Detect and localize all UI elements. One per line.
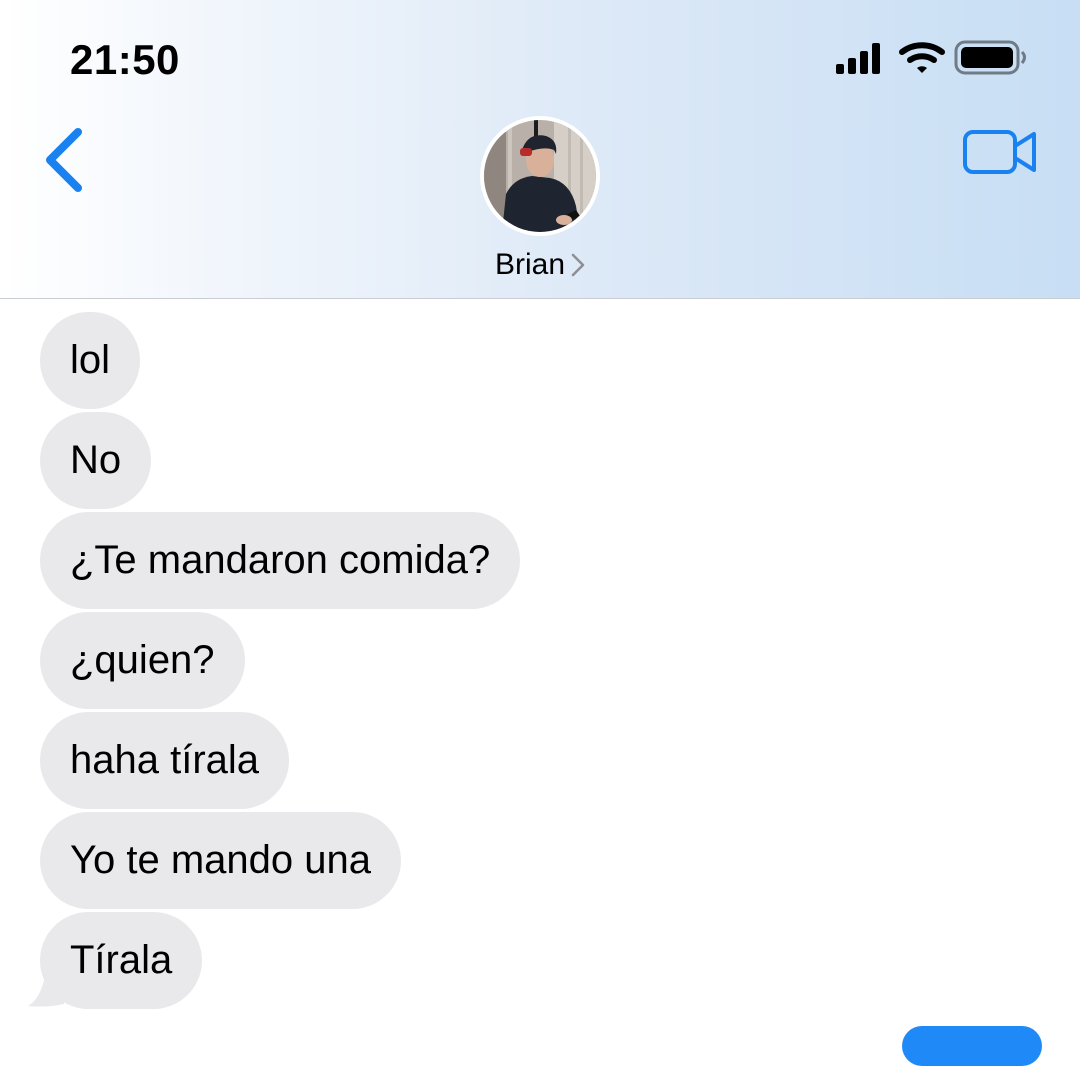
message-bubble-received[interactable]: ¿quien? bbox=[40, 612, 245, 709]
message-bubble-received[interactable]: lol bbox=[40, 312, 141, 409]
contact-avatar[interactable] bbox=[480, 116, 600, 236]
message-bubble-sent[interactable] bbox=[902, 1026, 1042, 1066]
chevron-right-icon bbox=[571, 253, 585, 277]
video-call-button[interactable] bbox=[962, 126, 1040, 178]
battery-icon bbox=[954, 40, 1026, 75]
status-time: 21:50 bbox=[70, 36, 180, 83]
contact-name-button[interactable]: Brian bbox=[440, 247, 640, 282]
back-button[interactable] bbox=[38, 124, 90, 196]
contact-name: Brian bbox=[494, 248, 566, 282]
bubble-tail bbox=[28, 970, 64, 1007]
message-bubble-received[interactable]: Yo te mando una bbox=[40, 812, 401, 909]
message-bubble-received[interactable]: No bbox=[40, 412, 152, 509]
cellular-signal-icon bbox=[836, 40, 1026, 75]
status-icons bbox=[832, 38, 1032, 78]
conversation-header: 21:50 Brian bbox=[0, 0, 1080, 299]
avatar-photo bbox=[484, 120, 596, 232]
chevron-left-icon bbox=[46, 128, 82, 192]
wifi-icon bbox=[899, 42, 945, 73]
video-camera-icon bbox=[963, 130, 1036, 174]
message-bubble-received[interactable]: ¿Te mandaron comida? bbox=[40, 512, 521, 609]
message-bubble-received[interactable]: haha tírala bbox=[40, 712, 290, 809]
